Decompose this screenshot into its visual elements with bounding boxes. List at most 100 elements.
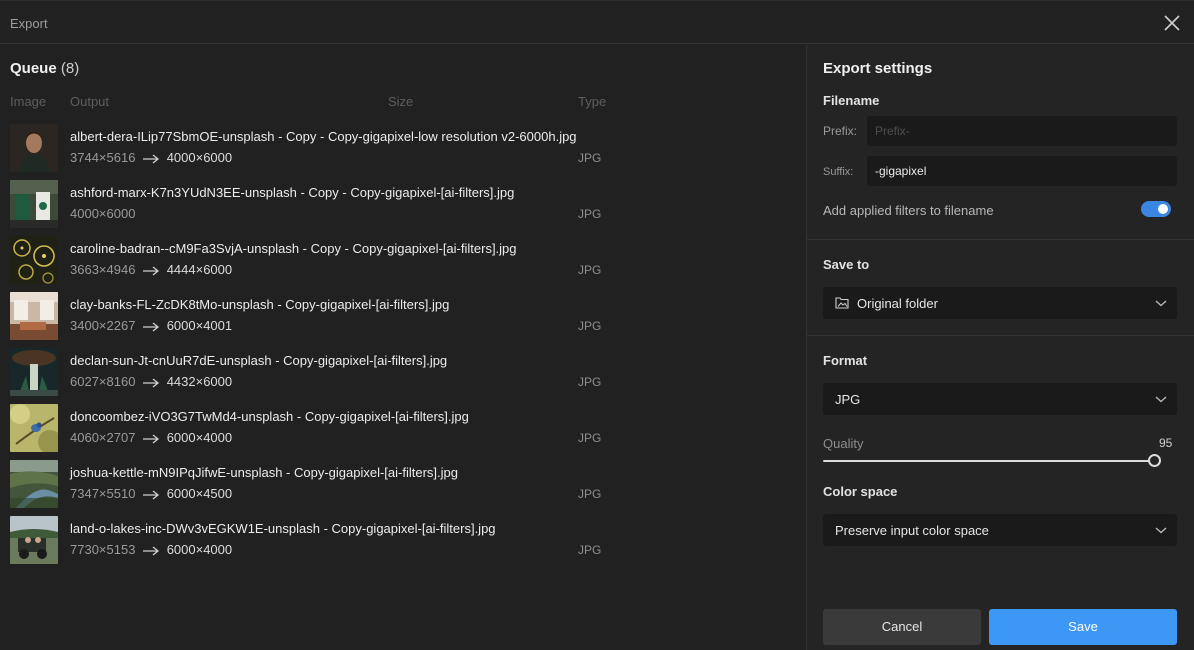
queue-title: Queue (8) <box>10 60 79 77</box>
prefix-input[interactable] <box>867 116 1177 146</box>
quality-slider-handle[interactable] <box>1148 454 1161 467</box>
settings-title: Export settings <box>823 60 933 77</box>
input-dimensions: 3663×4946 <box>70 262 136 277</box>
input-dimensions: 3744×5616 <box>70 150 136 165</box>
add-filters-label: Add applied filters to filename <box>823 203 994 218</box>
chevron-down-icon <box>1155 527 1167 534</box>
arrow-right-icon <box>143 490 160 500</box>
output-filename: albert-dera-ILip77SbmOE-unsplash - Copy … <box>70 129 577 144</box>
quality-label: Quality <box>823 436 864 451</box>
file-type: JPG <box>578 151 602 165</box>
folder-image-icon <box>835 297 849 309</box>
file-type: JPG <box>578 487 602 501</box>
queue-row[interactable]: land-o-lakes-inc-DWv3vEGKW1E-unsplash - … <box>0 513 805 569</box>
toggle-knob <box>1158 204 1168 214</box>
image-dimensions: 4000×6000 <box>70 206 135 221</box>
output-filename: clay-banks-FL-ZcDK8tMo-unsplash - Copy-g… <box>70 297 450 312</box>
color-space-label: Color space <box>823 484 898 499</box>
thumbnail-image <box>10 292 58 340</box>
file-type: JPG <box>578 319 602 333</box>
image-dimensions: 6027×8160 4432×6000 <box>70 374 232 389</box>
arrow-right-icon <box>143 322 160 332</box>
format-label: Format <box>823 353 868 368</box>
output-dimensions: 6000×4000 <box>166 430 233 445</box>
queue-row[interactable]: albert-dera-ILip77SbmOE-unsplash - Copy … <box>0 121 805 177</box>
output-dimensions: 6000×4500 <box>166 486 233 501</box>
image-dimensions: 3400×2267 6000×4001 <box>70 318 232 333</box>
save-to-dropdown[interactable]: Original folder <box>823 287 1177 319</box>
color-space-dropdown[interactable]: Preserve input color space <box>823 514 1177 546</box>
image-dimensions: 3663×4946 4444×6000 <box>70 262 232 277</box>
arrow-right-icon <box>143 154 160 164</box>
chevron-down-icon <box>1155 396 1167 403</box>
output-dimensions: 4000×6000 <box>166 150 233 165</box>
add-filters-toggle[interactable] <box>1141 201 1171 217</box>
output-filename: land-o-lakes-inc-DWv3vEGKW1E-unsplash - … <box>70 521 496 536</box>
file-type: JPG <box>578 207 602 221</box>
thumbnail-image <box>10 516 58 564</box>
image-dimensions: 4060×2707 6000×4000 <box>70 430 232 445</box>
save-to-value: Original folder <box>857 296 938 311</box>
format-dropdown[interactable]: JPG <box>823 383 1177 415</box>
image-dimensions: 7730×5153 6000×4000 <box>70 542 232 557</box>
output-filename: declan-sun-Jt-cnUuR7dE-unsplash - Copy-g… <box>70 353 448 368</box>
quality-slider-track[interactable] <box>823 460 1153 462</box>
export-settings-panel: Export settings Filename Prefix: Suffix:… <box>806 45 1194 650</box>
output-filename: caroline-badran--cM9Fa3SvjA-unsplash - C… <box>70 241 517 256</box>
quality-value: 95 <box>1159 436 1173 450</box>
arrow-right-icon <box>143 378 160 388</box>
input-dimensions: 3400×2267 <box>70 318 136 333</box>
suffix-input[interactable] <box>867 156 1177 186</box>
file-type: JPG <box>578 543 602 557</box>
save-button[interactable]: Save <box>989 609 1177 645</box>
output-filename: ashford-marx-K7n3YUdN3EE-unsplash - Copy… <box>70 185 515 200</box>
queue-row[interactable]: declan-sun-Jt-cnUuR7dE-unsplash - Copy-g… <box>0 345 805 401</box>
thumbnail-image <box>10 236 58 284</box>
close-icon[interactable] <box>1162 13 1182 33</box>
thumbnail-image <box>10 124 58 172</box>
queue-row[interactable]: caroline-badran--cM9Fa3SvjA-unsplash - C… <box>0 233 805 289</box>
column-header-image: Image <box>10 94 47 109</box>
output-dimensions: 4432×6000 <box>166 374 233 389</box>
queue-row[interactable]: ashford-marx-K7n3YUdN3EE-unsplash - Copy… <box>0 177 805 233</box>
queue-title-label: Queue <box>10 60 57 77</box>
queue-row[interactable]: clay-banks-FL-ZcDK8tMo-unsplash - Copy-g… <box>0 289 805 345</box>
column-header-size: Size <box>388 94 414 109</box>
input-dimensions: 7347×5510 <box>70 486 136 501</box>
cancel-button[interactable]: Cancel <box>823 609 981 645</box>
file-type: JPG <box>578 263 602 277</box>
input-dimensions: 4060×2707 <box>70 430 136 445</box>
filename-label: Filename <box>823 93 880 108</box>
chevron-down-icon <box>1155 300 1167 307</box>
arrow-right-icon <box>143 266 160 276</box>
input-dimensions: 6027×8160 <box>70 374 136 389</box>
output-dimensions: 6000×4000 <box>166 542 233 557</box>
thumbnail-image <box>10 348 58 396</box>
input-dimensions: 7730×5153 <box>70 542 136 557</box>
output-filename: doncoombez-iVO3G7TwMd4-unsplash - Copy-g… <box>70 409 469 424</box>
arrow-right-icon <box>143 434 160 444</box>
image-dimensions: 3744×5616 4000×6000 <box>70 150 232 165</box>
image-dimensions: 7347×5510 6000×4500 <box>70 486 232 501</box>
queue-row[interactable]: doncoombez-iVO3G7TwMd4-unsplash - Copy-g… <box>0 401 805 457</box>
arrow-right-icon <box>143 546 160 556</box>
suffix-label: Suffix: <box>823 166 854 178</box>
thumbnail-image <box>10 180 58 228</box>
output-filename: joshua-kettle-mN9IPqJifwE-unsplash - Cop… <box>70 465 458 480</box>
dialog-titlebar: Export <box>0 0 1194 44</box>
divider <box>807 335 1194 336</box>
input-dimensions: 4000×6000 <box>70 206 136 221</box>
queue-panel: Queue (8) Image Output Size Type albert-… <box>0 45 805 650</box>
color-space-value: Preserve input color space <box>835 523 989 538</box>
column-header-type: Type <box>578 94 607 109</box>
dialog-title: Export <box>10 16 48 31</box>
save-to-label: Save to <box>823 257 870 272</box>
queue-row[interactable]: joshua-kettle-mN9IPqJifwE-unsplash - Cop… <box>0 457 805 513</box>
column-header-output: Output <box>70 94 110 109</box>
file-type: JPG <box>578 431 602 445</box>
prefix-label: Prefix: <box>823 124 858 138</box>
thumbnail-image <box>10 404 58 452</box>
output-dimensions: 6000×4001 <box>166 318 233 333</box>
output-dimensions: 4444×6000 <box>166 262 233 277</box>
file-type: JPG <box>578 375 602 389</box>
